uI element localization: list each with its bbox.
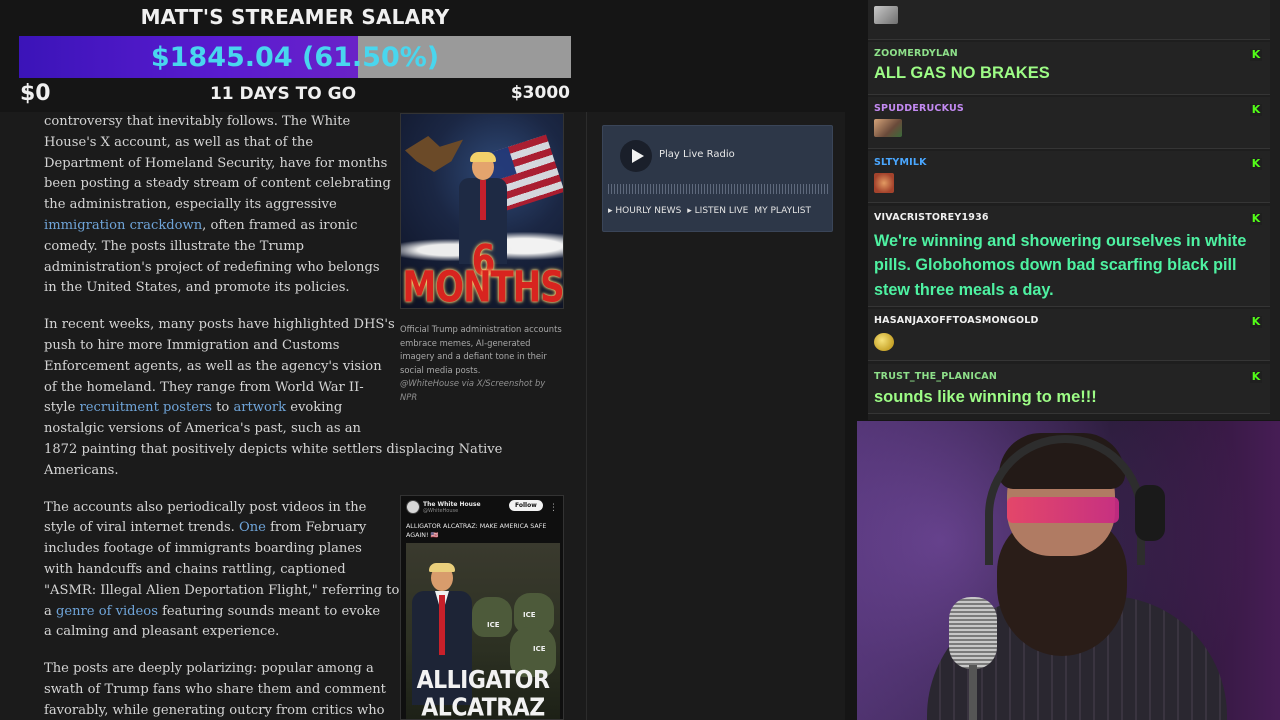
salary-progress-bar: $1845.04 (61.50%) xyxy=(19,36,571,78)
chat-message: VIVACRISTOREY1936 K We're winning and sh… xyxy=(868,206,1270,307)
figure-tweet: The White House @WhiteHouse Follow ⋮ ALL… xyxy=(400,495,564,720)
tweet-image[interactable]: ICE ICE ICE ALLIGATOR ALCATRAZ xyxy=(406,543,560,720)
article-page[interactable]: controversy that inevitably follows. The… xyxy=(0,112,845,720)
radio-links: ▸ HOURLY NEWS ▸ LISTEN LIVE MY PLAYLIST xyxy=(608,206,811,216)
ice-label: ICE xyxy=(523,611,536,619)
figure-credit: @WhiteHouse via X/Screenshot by NPR xyxy=(400,378,546,402)
salary-title: MATT'S STREAMER SALARY xyxy=(140,5,450,29)
ice-label: ICE xyxy=(533,645,546,653)
article-body: controversy that inevitably follows. The… xyxy=(44,112,584,720)
chat-username[interactable]: VIVACRISTOREY1936 xyxy=(874,212,989,223)
kick-badge-icon: K xyxy=(1250,370,1262,383)
avatar xyxy=(406,500,420,514)
figure-caption: Official Trump administration accounts e… xyxy=(400,324,562,402)
eagle-graphic xyxy=(405,136,463,172)
link-genre-of-videos[interactable]: genre of videos xyxy=(56,604,158,619)
link-recruitment-posters[interactable]: recruitment posters xyxy=(79,400,211,415)
webcam-feed xyxy=(857,421,1280,720)
salary-max-label: $3000 xyxy=(510,83,570,103)
tweet-header: The White House @WhiteHouse xyxy=(406,500,481,514)
chat-text: We're winning and showering ourselves in… xyxy=(874,232,1247,299)
chat-text: ALL GAS NO BRAKES xyxy=(874,64,1050,82)
chat-username[interactable]: SLTYMILK xyxy=(874,157,927,168)
salary-progress-text: $1845.04 (61.50%) xyxy=(150,41,440,73)
more-options-icon[interactable]: ⋮ xyxy=(549,498,558,519)
embedded-tweet[interactable]: The White House @WhiteHouse Follow ⋮ ALL… xyxy=(400,495,564,720)
tweet-text: ALLIGATOR ALCATRAZ: MAKE AMERICA SAFE AG… xyxy=(406,523,547,539)
hourly-news-link[interactable]: ▸ HOURLY NEWS xyxy=(608,206,681,216)
chat-message xyxy=(868,0,1270,40)
pink-sunglasses xyxy=(1007,497,1119,523)
days-to-go-label: 11 DAYS TO GO xyxy=(209,84,357,104)
column-divider xyxy=(586,112,587,720)
chat-message: TRUST_THE_PLANICAN K sounds like winning… xyxy=(868,364,1270,414)
kick-badge-icon: K xyxy=(1250,315,1262,328)
chat-text: sounds like winning to me!!! xyxy=(874,388,1097,406)
tweet-account-handle: @WhiteHouse xyxy=(423,507,459,514)
play-icon[interactable] xyxy=(620,140,652,172)
live-radio-widget: Play Live Radio ▸ HOURLY NEWS ▸ LISTEN L… xyxy=(602,125,833,232)
my-playlist-link[interactable]: MY PLAYLIST xyxy=(754,206,811,216)
waveform-graphic xyxy=(608,180,829,194)
tweet-account-name: The White House xyxy=(423,500,481,508)
kick-badge-icon: K xyxy=(1250,103,1262,116)
poster-text: 6 MONTHS xyxy=(402,236,564,309)
link-one[interactable]: One xyxy=(239,520,266,535)
link-artwork[interactable]: artwork xyxy=(233,400,286,415)
emote-icon xyxy=(874,119,902,137)
figure-six-months: 6 MONTHS Official Trump administration a… xyxy=(400,113,564,404)
mic-stand xyxy=(969,665,977,720)
chat-username[interactable]: TRUST_THE_PLANICAN xyxy=(874,371,997,382)
chat-panel: ZOOMERDYLAN K ALL GAS NO BRAKES SPUDDERU… xyxy=(868,0,1280,420)
chat-username[interactable]: ZOOMERDYLAN xyxy=(874,48,958,59)
chat-username[interactable]: HASANJAXOFFTOASMONGOLD xyxy=(874,315,1039,326)
six-months-poster-image[interactable]: 6 MONTHS xyxy=(400,113,564,309)
link-immigration-crackdown[interactable]: immigration crackdown xyxy=(44,218,202,233)
headset-earcup xyxy=(1135,485,1165,541)
kick-badge-icon: K xyxy=(1250,48,1262,61)
salary-overlay: MATT'S STREAMER SALARY $1845.04 (61.50%)… xyxy=(0,0,590,112)
microphone-icon xyxy=(949,597,997,669)
kick-badge-icon: K xyxy=(1250,212,1262,225)
chat-message: SPUDDERUCKUS K xyxy=(868,97,1270,149)
chat-username[interactable]: SPUDDERUCKUS xyxy=(874,103,964,114)
chat-message: HASANJAXOFFTOASMONGOLD K xyxy=(868,309,1270,361)
tweet-image-title: ALLIGATOR ALCATRAZ xyxy=(416,666,550,720)
play-live-radio-label[interactable]: Play Live Radio xyxy=(659,149,735,160)
follow-button[interactable]: Follow xyxy=(509,500,543,511)
listen-live-link[interactable]: ▸ LISTEN LIVE xyxy=(687,206,748,216)
kick-badge-icon: K xyxy=(1250,157,1262,170)
chat-message: ZOOMERDYLAN K ALL GAS NO BRAKES xyxy=(868,42,1270,95)
chat-message: SLTYMILK K xyxy=(868,151,1270,203)
emote-icon xyxy=(874,6,898,24)
emote-icon xyxy=(874,333,894,351)
ice-label: ICE xyxy=(487,621,500,629)
emote-icon xyxy=(874,173,894,193)
